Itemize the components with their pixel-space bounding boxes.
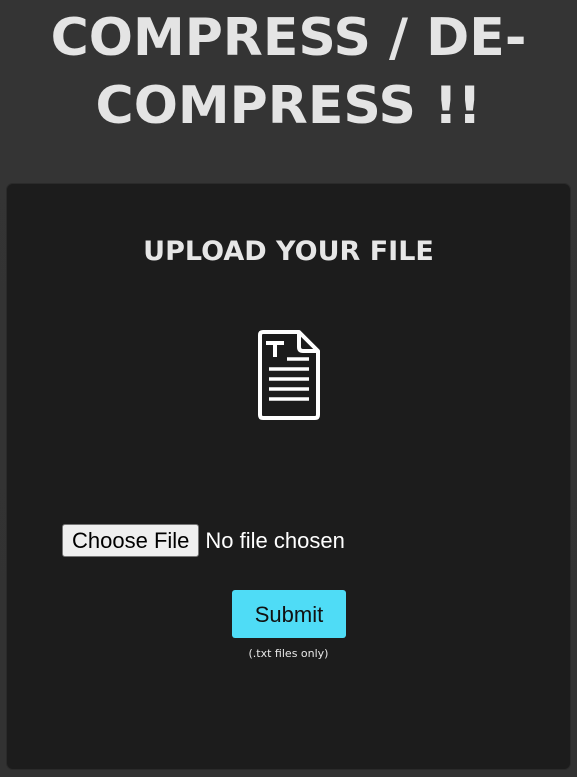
- file-input[interactable]: Choose File No file chosen: [62, 523, 345, 557]
- text-file-icon: [258, 330, 320, 420]
- file-status-text: No file chosen: [205, 527, 345, 553]
- upload-heading: UPLOAD YOUR FILE: [143, 236, 434, 267]
- submit-button[interactable]: Submit: [232, 590, 346, 638]
- choose-file-button[interactable]: Choose File: [62, 523, 200, 557]
- upload-card: UPLOAD YOUR FILE Choose File No file cho…: [6, 183, 571, 770]
- file-type-hint: (.txt files only): [248, 647, 329, 660]
- page-title-line-2: COMPRESS !!: [95, 76, 482, 136]
- page-title-line-1: COMPRESS / DE-: [50, 8, 527, 68]
- page-title: COMPRESS / DE- COMPRESS !!: [0, 4, 577, 140]
